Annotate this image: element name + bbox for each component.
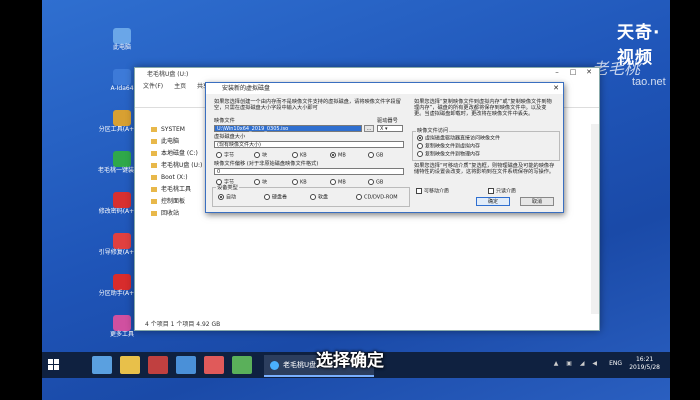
dialog-description-right-2: 如果您选择“可移动介质”复选框，则物理磁盘及可能的映像存储特性的设置会改变，这将… [414,163,555,175]
radio-icon [292,179,298,185]
radio-icon [264,194,270,200]
dialog-title: 安装新的虚拟磁盘 [222,85,271,92]
radio-icon [417,135,423,141]
brand-url: tao.net [632,76,666,88]
minimize-icon[interactable]: – [549,68,565,76]
folder-icon [151,187,157,192]
size-unit-radio[interactable]: GB [368,152,383,159]
device-type-radio[interactable]: 软盘 [310,194,328,201]
control-panel-icon [151,199,157,204]
readonly-media-checkbox[interactable]: 只读介质 [488,188,516,195]
offset-unit-radio[interactable]: GB [368,179,383,186]
app-icon [113,192,131,208]
size-unit-radio[interactable]: MB [330,152,346,159]
pc-icon [151,139,157,144]
offset-unit-radio[interactable]: KB [292,179,307,186]
size-unit-radio[interactable]: 字节 [216,152,234,159]
radio-icon [310,194,316,200]
checkbox-icon [488,188,494,194]
radio-icon [417,143,423,149]
menu-home[interactable]: 主页 [174,83,186,90]
device-type-radio[interactable]: 自动 [218,194,236,201]
desktop-icon-label: 更多工具 [109,331,134,338]
size-unit-radio[interactable]: 块 [254,152,267,159]
explorer-scrollbar[interactable] [591,124,599,314]
disk-size-input[interactable]: (现有映像文件大小) [214,141,404,148]
desktop-icon[interactable]: 此电脑 [98,28,146,66]
radio-icon [254,152,260,158]
disk-size-label: 虚拟磁盘大小 [214,134,246,140]
checkbox-icon [416,188,422,194]
app-icon [113,315,131,331]
radio-icon [368,179,374,185]
app-icon [113,274,131,290]
mount-virtual-disk-dialog: 安装新的虚拟磁盘 ✕ 如果您选择创建一个由内存而不是映像文件支持的虚拟磁盘，请将… [205,82,564,213]
recycle-bin-icon [151,211,157,216]
ok-button[interactable]: 确定 [476,197,510,206]
radio-icon [330,179,336,185]
app-icon [113,69,131,85]
window-controls: – □ ✕ [549,68,597,76]
usb-icon [151,163,157,168]
app-icon [113,28,131,44]
removable-media-checkbox[interactable]: 可移动介质 [416,188,449,195]
offset-input[interactable]: 0 [214,168,404,175]
folder-icon [151,127,157,132]
app-icon [113,151,131,167]
offset-unit-radio[interactable]: MB [330,179,346,186]
close-icon[interactable]: ✕ [581,68,597,76]
radio-icon [218,194,224,200]
browse-button[interactable]: … [364,125,374,132]
close-icon[interactable]: ✕ [553,83,559,94]
cancel-button[interactable]: 取消 [520,197,554,206]
explorer-title: 老毛桃U盘 (U:) [135,68,599,81]
device-type-radio[interactable]: CD/DVD-ROM [356,194,398,201]
offset-label: 映像文件偏移 (对于非原始磁盘映像文件格式) [214,161,319,167]
desktop-icon-label: 此电脑 [112,44,131,51]
drive-icon [151,175,157,180]
dialog-description-right: 如果您选择“复制映像文件到虚拟内存”或“复制映像文件到物理内存”，磁盘的所有更改… [414,99,552,117]
explorer-status: 4 个项目 1 个项目 4.92 GB [145,321,221,328]
radio-icon [254,179,260,185]
radio-icon [330,152,336,158]
drive-letter-select[interactable]: X ▾ [377,125,403,132]
dialog-description-left: 如果您选择创建一个由内存而不是映像文件支持的虚拟磁盘，请将映像文件字段留空，只需… [214,99,401,111]
access-option-radio[interactable]: 复制映像文件到物理内存 [417,151,480,158]
radio-icon [417,151,423,157]
app-icon [113,110,131,126]
radio-icon [368,152,374,158]
app-icon [113,233,131,249]
access-option-radio[interactable]: 虚拟磁盘驱动器直接访问映像文件 [417,135,500,142]
image-file-label: 映像文件 [214,118,235,124]
offset-unit-radio[interactable]: 块 [254,179,267,186]
access-label: 映像文件访问 [416,128,450,134]
device-type-label: 设备类型 [216,185,239,191]
image-file-input[interactable]: U:\Win10x64_2019_0305.iso [214,125,362,132]
drive-icon [151,151,157,156]
radio-icon [356,194,362,200]
menu-file[interactable]: 文件(F) [143,83,163,90]
dialog-title-bar: 安装新的虚拟磁盘 ✕ [206,83,563,94]
size-unit-radio[interactable]: KB [292,152,307,159]
device-type-radio[interactable]: 硬盘卷 [264,194,287,201]
access-option-radio[interactable]: 复制映像文件到虚拟内存 [417,143,480,150]
maximize-icon[interactable]: □ [565,68,581,76]
radio-icon [292,152,298,158]
drive-letter-label: 驱动器号 [377,118,398,124]
radio-icon [216,152,222,158]
video-caption: 选择确定 [316,351,384,371]
